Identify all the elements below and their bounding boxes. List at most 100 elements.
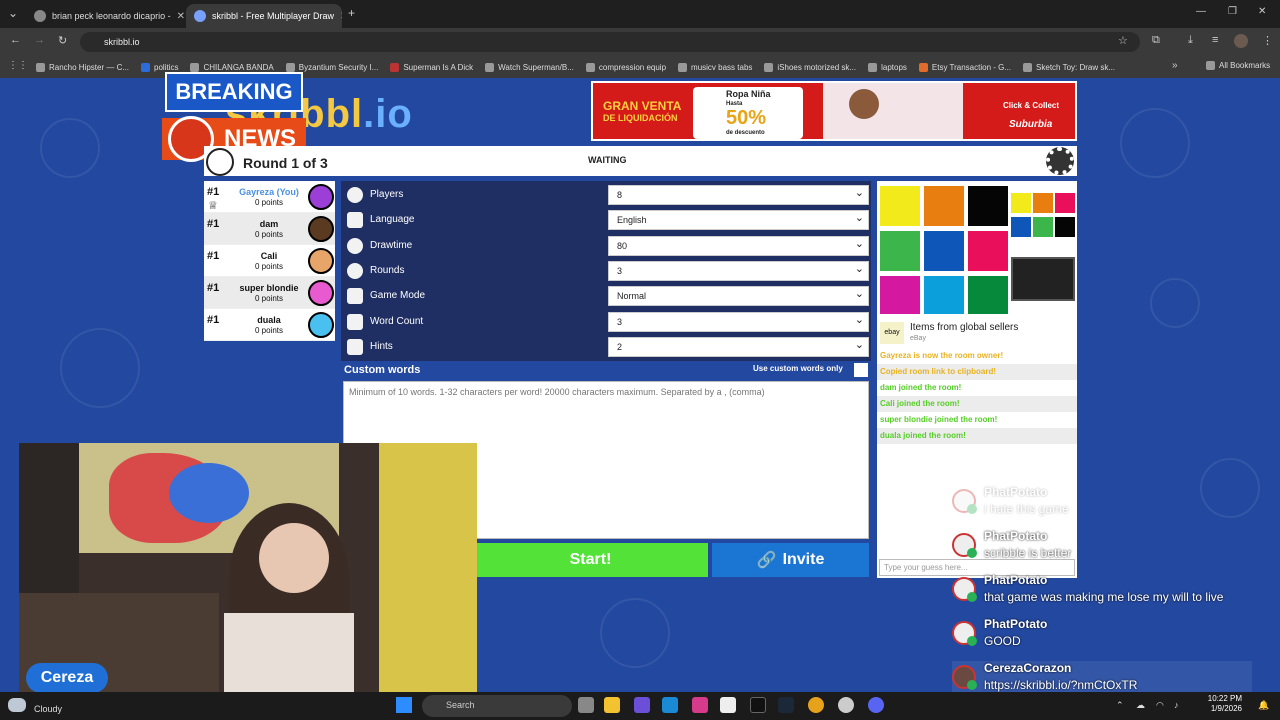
player-points: 0 points bbox=[254, 198, 284, 207]
ad-brand: Suburbia bbox=[1009, 119, 1053, 130]
chat-username: PhatPotato bbox=[984, 529, 1048, 543]
profile-avatar[interactable] bbox=[1234, 34, 1248, 48]
stream-chat-message: PhatPotato scribble is better bbox=[952, 529, 1252, 569]
weather-text[interactable]: Cloudy bbox=[34, 704, 62, 714]
close-tab-icon[interactable]: ✕ bbox=[340, 11, 342, 22]
volume-icon[interactable]: ♪ bbox=[1174, 700, 1179, 710]
bookmark-item[interactable]: Watch Superman/B... bbox=[485, 62, 574, 72]
bookmark-item[interactable]: Byzantium Security I... bbox=[285, 62, 378, 72]
bookmark-item[interactable]: Rancho Hipster — C... bbox=[36, 62, 130, 72]
game-mode-icon bbox=[347, 288, 363, 304]
bookmark-item[interactable]: iShoes motorized sk... bbox=[764, 62, 857, 72]
breaking-text: BREAKING bbox=[175, 79, 293, 104]
notification-icon[interactable]: 🔔 bbox=[1258, 700, 1269, 711]
clock-app-icon[interactable] bbox=[838, 697, 854, 713]
address-bar[interactable]: skribbl.io bbox=[80, 32, 1140, 52]
minimize-icon[interactable]: — bbox=[1196, 6, 1206, 17]
stream-chat-message: PhatPotato GOOD bbox=[952, 617, 1252, 657]
top-ad-banner[interactable]: GRAN VENTA DE LIQUIDACIÓN Ropa Niña Hast… bbox=[591, 81, 1077, 141]
all-bookmarks[interactable]: All Bookmarks bbox=[1206, 61, 1270, 70]
player-list: #1 Gayreza (You) 0 points ♕ #1 dam 0 poi… bbox=[204, 181, 335, 341]
rounds-select[interactable]: 3 bbox=[608, 261, 869, 281]
side-ad-caption[interactable]: ebay Items from global sellers eBay bbox=[877, 318, 1077, 348]
player-row[interactable]: #1 Gayreza (You) 0 points ♕ bbox=[204, 181, 335, 213]
menu-icon[interactable]: ⋮ bbox=[1262, 34, 1273, 47]
amazon-icon[interactable] bbox=[720, 697, 736, 713]
tab-skribbl[interactable]: skribbl - Free Multiplayer Draw ✕ bbox=[186, 4, 342, 28]
steam-icon[interactable] bbox=[778, 697, 794, 713]
close-window-icon[interactable]: ✕ bbox=[1258, 6, 1266, 17]
use-custom-words-checkbox[interactable] bbox=[854, 363, 868, 377]
discord-icon[interactable] bbox=[868, 697, 884, 713]
taskbar-clock[interactable]: 10:22 PM 1/9/2026 bbox=[1202, 694, 1242, 714]
custom-words-label: Custom words bbox=[344, 364, 421, 376]
star-icon[interactable]: ☆ bbox=[1118, 34, 1128, 47]
word-count-select[interactable]: 3 bbox=[608, 312, 869, 332]
bookmark-item[interactable]: Sketch Toy: Draw sk... bbox=[1023, 62, 1115, 72]
word-count-icon bbox=[347, 314, 363, 330]
tab-search-icon[interactable]: ⌄ bbox=[8, 6, 18, 20]
reload-icon[interactable]: ↻ bbox=[58, 34, 67, 47]
setting-rounds: Rounds 3 bbox=[341, 259, 871, 283]
player-avatar bbox=[308, 312, 334, 338]
player-avatar bbox=[308, 280, 334, 306]
language-icon bbox=[347, 212, 363, 228]
player-row[interactable]: #1 Cali 0 points bbox=[204, 245, 335, 277]
file-explorer-icon[interactable] bbox=[604, 697, 620, 713]
more-bookmarks-icon[interactable]: » bbox=[1172, 60, 1178, 71]
chat-message: dam joined the room! bbox=[877, 380, 1077, 396]
tray-icon[interactable]: ☁ bbox=[1136, 700, 1145, 711]
chat-username: PhatPotato bbox=[984, 573, 1048, 587]
media-icon[interactable]: ≡ bbox=[1212, 34, 1218, 46]
language-select[interactable]: English bbox=[608, 210, 869, 230]
tab-brian-peck[interactable]: brian peck leonardo dicaprio - ✕ bbox=[26, 4, 184, 28]
tray-chevron-icon[interactable]: ⌃ bbox=[1116, 700, 1124, 711]
bookmark-item[interactable]: compression equip bbox=[585, 62, 666, 72]
forward-icon[interactable]: → bbox=[34, 34, 45, 46]
bookmark-item[interactable]: Superman Is A Dick bbox=[390, 62, 473, 72]
google-icon bbox=[34, 10, 46, 22]
edge-icon[interactable] bbox=[662, 697, 678, 713]
bookmark-label: Rancho Hipster — C... bbox=[49, 62, 130, 72]
setting-hints: Hints 2 bbox=[341, 335, 871, 359]
player-row[interactable]: #1 dam 0 points bbox=[204, 213, 335, 245]
bookmark-item[interactable]: politics bbox=[141, 62, 178, 72]
download-icon[interactable]: ⤓ bbox=[1188, 34, 1193, 47]
setting-label: Drawtime bbox=[370, 240, 413, 251]
player-row[interactable]: #1 super blondie 0 points bbox=[204, 277, 335, 309]
taskbar-search[interactable]: Search bbox=[422, 695, 572, 717]
extensions-icon[interactable]: ⧉ bbox=[1152, 34, 1160, 47]
bookmark-item[interactable]: laptops bbox=[868, 62, 907, 72]
new-tab-icon[interactable]: + bbox=[348, 6, 355, 20]
game-mode-select[interactable]: Normal bbox=[608, 286, 869, 306]
taskbar-search-label: Search bbox=[446, 700, 475, 710]
breaking-banner: BREAKING bbox=[165, 72, 303, 112]
wifi-icon[interactable]: ◠ bbox=[1156, 700, 1164, 711]
start-button[interactable]: Start! bbox=[473, 543, 708, 577]
setting-label: Rounds bbox=[370, 265, 405, 276]
invite-button[interactable]: 🔗 Invite bbox=[712, 543, 869, 577]
copilot-icon[interactable] bbox=[634, 697, 650, 713]
back-icon[interactable]: ← bbox=[10, 34, 21, 46]
player-row[interactable]: #1 duala 0 points bbox=[204, 309, 335, 341]
hints-select[interactable]: 2 bbox=[608, 337, 869, 357]
bookmark-label: iShoes motorized sk... bbox=[777, 62, 857, 72]
bookmark-item[interactable]: CHILANGA BANDA bbox=[190, 62, 274, 72]
stream-chat-message: PhatPotato i hate this game bbox=[952, 485, 1252, 525]
settings-gear-icon[interactable] bbox=[1046, 147, 1074, 175]
maximize-icon[interactable]: ❐ bbox=[1228, 6, 1237, 17]
instagram-icon[interactable] bbox=[692, 697, 708, 713]
close-tab-icon[interactable]: ✕ bbox=[177, 11, 184, 22]
setting-label: Players bbox=[370, 189, 404, 200]
bookmark-item[interactable]: musicv bass tabs bbox=[678, 62, 752, 72]
x-icon[interactable] bbox=[750, 697, 766, 713]
task-view-icon[interactable] bbox=[578, 697, 594, 713]
player-name: Cali bbox=[260, 251, 278, 261]
windows-start-icon[interactable] bbox=[396, 697, 412, 713]
apps-icon[interactable]: ⋮⋮ bbox=[8, 60, 28, 71]
drawtime-select[interactable]: 80 bbox=[608, 236, 869, 256]
players-select[interactable]: 8 bbox=[608, 185, 869, 205]
bookmark-item[interactable]: Etsy Transaction - G... bbox=[918, 62, 1011, 72]
chrome-icon[interactable] bbox=[808, 697, 824, 713]
chat-avatar bbox=[952, 489, 977, 514]
